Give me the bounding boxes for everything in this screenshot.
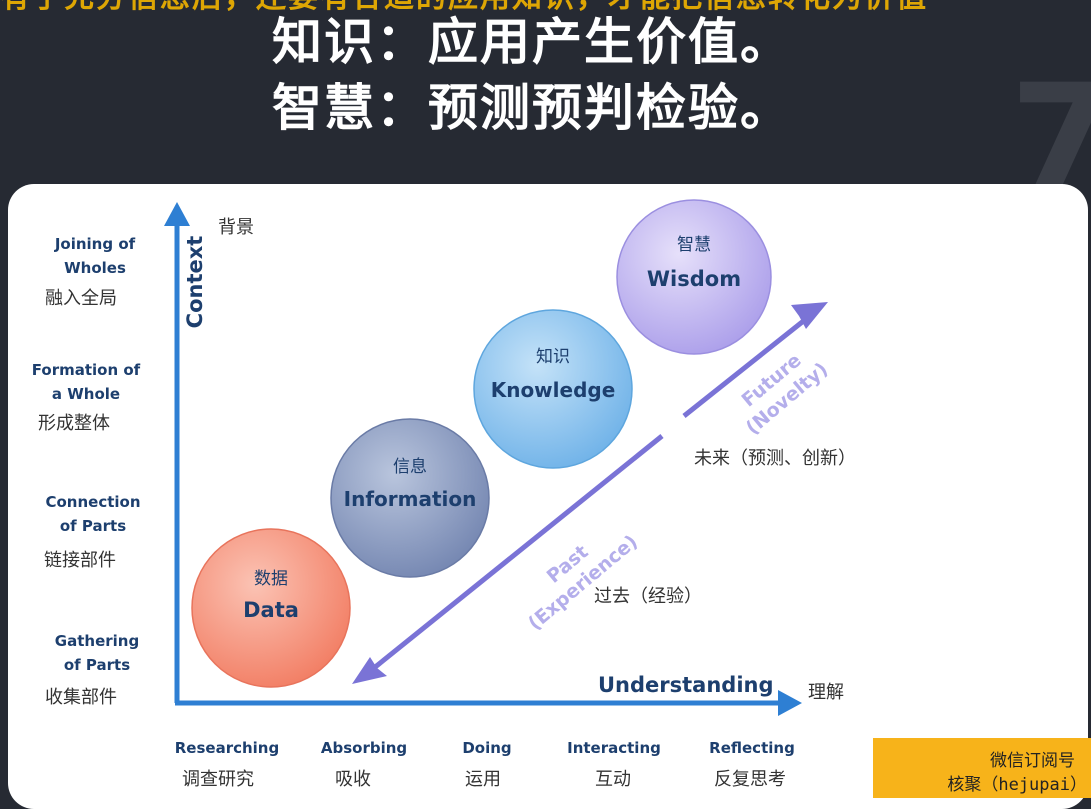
y-level-label-cn: 形成整体	[38, 413, 110, 434]
y-level-label: Gathering	[55, 632, 139, 650]
circle-data-label: Data	[243, 598, 299, 622]
x-level-label: Researching	[175, 739, 279, 757]
x-level-label: Reflecting	[709, 739, 795, 757]
y-level-label: of Parts	[64, 656, 130, 674]
x-level-reflecting: Reflecting 反复思考	[709, 739, 795, 790]
y-axis-label-cn: 背景	[218, 217, 254, 238]
x-axis-label: Understanding	[598, 673, 774, 697]
x-level-researching: Researching 调查研究	[175, 739, 279, 790]
wechat-account: 核聚（hejupai）	[947, 775, 1087, 795]
x-level-label-cn: 调查研究	[182, 769, 254, 790]
circle-knowledge-cn: 知识	[536, 347, 570, 367]
y-axis-arrowhead	[164, 202, 190, 226]
past-label: Past (Experience)	[524, 531, 642, 635]
wechat-watermark: 微信订阅号 核聚（hejupai）	[873, 738, 1091, 798]
circle-knowledge-label: Knowledge	[491, 378, 616, 402]
y-level-joining-wholes: Joining of Wholes 融入全局	[45, 235, 136, 309]
y-level-label: of Parts	[60, 517, 126, 535]
dikw-diagram: Context 背景 Understanding 理解 Joining of W…	[32, 199, 856, 790]
past-label-line2: (Experience)	[524, 531, 642, 635]
x-level-label: Interacting	[567, 739, 661, 757]
y-level-label: a Whole	[52, 385, 120, 403]
y-level-label: Formation of	[32, 361, 141, 379]
y-axis-label: Context	[183, 236, 207, 329]
x-level-interacting: Interacting 互动	[567, 739, 661, 790]
dikw-circles: 数据 Data 信息 Information 知识 Knowledge 智慧 W…	[191, 199, 772, 688]
x-level-label-cn: 反复思考	[714, 769, 786, 790]
y-level-connection-parts: Connection of Parts 链接部件	[44, 493, 141, 571]
future-label: Future (Novelty)	[738, 349, 833, 439]
y-level-label: Joining of	[54, 235, 136, 253]
past-label-cn: 过去（经验）	[594, 586, 702, 607]
x-level-doing: Doing 运用	[462, 739, 511, 790]
x-level-label-cn: 互动	[595, 769, 631, 790]
x-axis-arrowhead	[778, 690, 802, 716]
circle-knowledge: 知识 Knowledge	[473, 309, 633, 469]
future-label-cn: 未来（预测、创新）	[694, 448, 856, 469]
x-level-label: Absorbing	[321, 739, 407, 757]
x-axis-label-cn: 理解	[808, 682, 844, 703]
y-level-label-cn: 收集部件	[45, 687, 117, 708]
y-level-formation-whole: Formation of a Whole 形成整体	[32, 361, 141, 434]
x-level-label-cn: 运用	[465, 769, 501, 790]
y-level-gathering-parts: Gathering of Parts 收集部件	[45, 632, 139, 708]
y-level-label: Connection	[45, 493, 140, 511]
y-level-label-cn: 融入全局	[45, 288, 117, 309]
wechat-title: 微信订阅号	[990, 751, 1075, 771]
circle-information-label: Information	[344, 487, 477, 511]
circle-information-cn: 信息	[393, 457, 427, 477]
y-level-label: Wholes	[64, 259, 126, 277]
x-level-absorbing: Absorbing 吸收	[321, 739, 407, 790]
y-levels: Joining of Wholes 融入全局 Formation of a Wh…	[32, 235, 141, 708]
x-level-label-cn: 吸收	[335, 769, 371, 790]
x-level-label: Doing	[462, 739, 511, 757]
circle-wisdom-label: Wisdom	[647, 267, 741, 291]
x-levels: Researching 调查研究 Absorbing 吸收 Doing 运用 I…	[175, 739, 795, 790]
circle-data-cn: 数据	[254, 569, 288, 589]
circle-information: 信息 Information	[330, 418, 490, 578]
circle-data: 数据 Data	[191, 528, 351, 688]
y-level-label-cn: 链接部件	[44, 550, 116, 571]
circle-wisdom-cn: 智慧	[677, 235, 711, 255]
circle-wisdom: 智慧 Wisdom	[616, 199, 772, 355]
